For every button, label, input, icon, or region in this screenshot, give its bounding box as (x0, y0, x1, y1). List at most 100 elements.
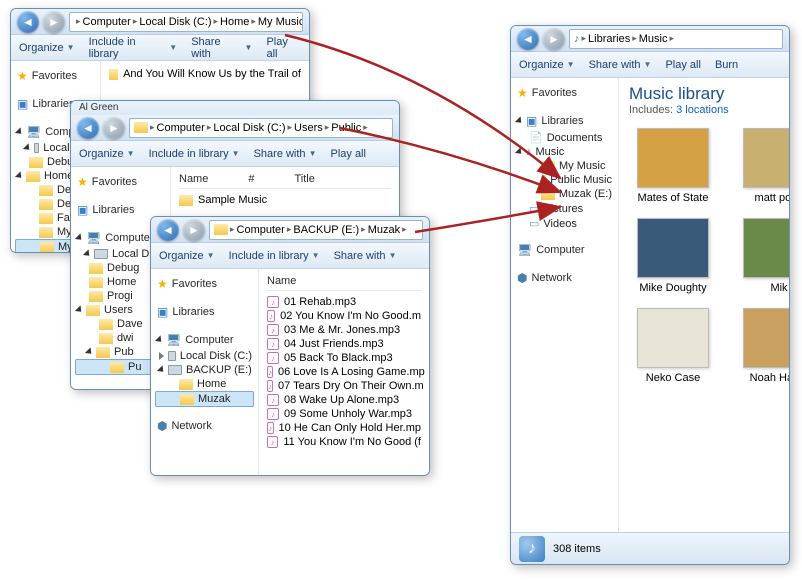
play-all-button[interactable]: Play all (330, 148, 365, 160)
share-with-menu[interactable]: Share with▼ (589, 59, 652, 71)
include-library-menu[interactable]: Include in library▼ (89, 36, 178, 60)
forward-button[interactable]: ► (183, 219, 205, 241)
nav-documents[interactable]: 📄Documents (515, 130, 614, 145)
list-item[interactable]: ♪08 Wake Up Alone.mp3 (267, 393, 421, 407)
organize-menu[interactable]: Organize▼ (159, 250, 215, 262)
crumb[interactable]: Home (220, 16, 249, 28)
crumb[interactable]: Libraries (588, 33, 630, 45)
list-item[interactable]: ♪02 You Know I'm No Good.m (267, 309, 421, 323)
list-item[interactable]: ♪06 Love Is A Losing Game.mp (267, 365, 421, 379)
crumb[interactable]: Computer (157, 122, 205, 134)
videos-icon: ▭ (529, 217, 539, 230)
content-pane[interactable]: Name ♪01 Rehab.mp3♪02 You Know I'm No Go… (259, 269, 429, 475)
list-item[interactable]: ♪04 Just Friends.mp3 (267, 337, 421, 351)
mp3-icon: ♪ (267, 436, 278, 448)
list-item[interactable]: ♪05 Back To Black.mp3 (267, 351, 421, 365)
nav-pane[interactable]: ★Favorites ▣Libraries 🖥Computer Local Di… (151, 269, 259, 475)
album-thumb[interactable]: Neko Case (629, 308, 717, 384)
nav-videos[interactable]: ▭Videos (515, 216, 614, 231)
play-all-button[interactable]: Play all (665, 59, 700, 71)
include-library-menu[interactable]: Include in library▼ (229, 250, 320, 262)
list-item[interactable]: ♪11 You Know I'm No Good (f (267, 435, 421, 449)
album-thumb[interactable]: Mik (735, 218, 789, 294)
mp3-icon: ♪ (267, 324, 279, 336)
nav-pane[interactable]: ★Favorites ▣Libraries 📄Documents ♪Music … (511, 78, 619, 532)
share-with-menu[interactable]: Share with▼ (334, 250, 397, 262)
crumb[interactable]: Users (294, 122, 323, 134)
album-art (637, 218, 709, 278)
address-bar[interactable]: ▸Computer ▸Local Disk (C:) ▸Users ▸Publi… (129, 118, 393, 138)
share-with-menu[interactable]: Share with▼ (191, 36, 252, 60)
titlebar: ◄ ► ♪ ▸Libraries ▸Music ▸ (511, 26, 789, 52)
crumb[interactable]: Computer (83, 16, 131, 28)
favorites-group[interactable]: ★Favorites (155, 275, 254, 293)
organize-menu[interactable]: Organize▼ (79, 148, 135, 160)
library-window[interactable]: ◄ ► ♪ ▸Libraries ▸Music ▸ Organize▼ Shar… (510, 25, 790, 565)
library-content[interactable]: Music library Includes: 3 locations Mate… (619, 78, 789, 532)
explorer-window-3[interactable]: ◄ ► ▸Computer ▸BACKUP (E:) ▸Muzak ▸ Orga… (150, 216, 430, 476)
crumb[interactable]: Local Disk (C:) (213, 122, 285, 134)
nav-muzak[interactable]: Muzak (E:) (515, 187, 614, 201)
column-headers[interactable]: Name # Title (179, 173, 391, 189)
network-icon: ⬢ (517, 271, 527, 285)
tree-item-selected[interactable]: Muzak (155, 391, 254, 407)
column-header-name[interactable]: Name (267, 275, 421, 291)
forward-button[interactable]: ► (103, 117, 125, 139)
list-item[interactable]: ♪07 Tears Dry On Their Own.m (267, 379, 421, 393)
favorites-group[interactable]: ★Favorites (75, 173, 166, 191)
tree-item[interactable]: Local Disk (C:) (155, 349, 254, 363)
forward-button[interactable]: ► (543, 28, 565, 50)
list-item[interactable]: ♪03 Me & Mr. Jones.mp3 (267, 323, 421, 337)
album-thumb[interactable]: Noah Harris (735, 308, 789, 384)
locations-link[interactable]: 3 locations (676, 104, 729, 116)
crumb[interactable]: BACKUP (E:) (293, 224, 359, 236)
back-button[interactable]: ◄ (517, 28, 539, 50)
folder-icon (89, 263, 103, 274)
back-button[interactable]: ◄ (157, 219, 179, 241)
computer-group[interactable]: 🖥Computer (515, 241, 614, 259)
computer-icon: 🖥 (86, 231, 101, 245)
address-bar[interactable]: ▸Computer ▸BACKUP (E:) ▸Muzak ▸ (209, 220, 423, 240)
share-with-menu[interactable]: Share with▼ (254, 148, 317, 160)
crumb[interactable]: Computer (237, 224, 285, 236)
tree-item[interactable]: Home (155, 377, 254, 391)
album-thumb[interactable]: matt pond (735, 128, 789, 204)
crumb[interactable]: Music (639, 33, 668, 45)
tree-item[interactable]: BACKUP (E:) (155, 363, 254, 377)
libraries-group[interactable]: ▣Libraries (155, 303, 254, 321)
favorites-group[interactable]: ★Favorites (515, 84, 614, 102)
organize-menu[interactable]: Organize▼ (19, 42, 75, 54)
address-bar[interactable]: ♪ ▸Libraries ▸Music ▸ (569, 29, 783, 49)
list-item[interactable]: ♪10 He Can Only Hold Her.mp (267, 421, 421, 435)
list-item[interactable]: ♪09 Some Unholy War.mp3 (267, 407, 421, 421)
list-item[interactable]: Sample Music (179, 193, 391, 207)
nav-music[interactable]: ♪Music (515, 145, 614, 159)
libraries-group[interactable]: ▣Libraries (515, 112, 614, 130)
organize-menu[interactable]: Organize▼ (519, 59, 575, 71)
back-button[interactable]: ◄ (77, 117, 99, 139)
favorites-group[interactable]: ★Favorites (15, 67, 96, 85)
album-thumb[interactable]: Mike Doughty (629, 218, 717, 294)
crumb[interactable]: Local Disk (C:) (139, 16, 211, 28)
network-group[interactable]: ⬢Network (515, 269, 614, 287)
play-all-button[interactable]: Play all (266, 36, 301, 60)
computer-group[interactable]: 🖥Computer (155, 331, 254, 349)
nav-pictures[interactable]: ▭Pictures (515, 201, 614, 216)
toolbar: Organize▼ Include in library▼ Share with… (11, 35, 309, 61)
back-button[interactable]: ◄ (17, 11, 39, 33)
nav-my-music[interactable]: My Music (515, 159, 614, 173)
include-library-menu[interactable]: Include in library▼ (149, 148, 240, 160)
nav-public-music[interactable]: Public Music (515, 173, 614, 187)
crumb[interactable]: My Music (258, 16, 303, 28)
album-thumb[interactable]: Mates of State (629, 128, 717, 204)
burn-button[interactable]: Burn (715, 59, 738, 71)
crumb[interactable]: Muzak (368, 224, 400, 236)
titlebar: ◄ ► ▸Computer ▸Local Disk (C:) ▸Users ▸P… (71, 115, 399, 141)
list-item[interactable]: And You Will Know Us by the Trail of (109, 67, 301, 81)
crumb[interactable]: Public (331, 122, 361, 134)
forward-button[interactable]: ► (43, 11, 65, 33)
list-item[interactable]: ♪01 Rehab.mp3 (267, 295, 421, 309)
address-bar[interactable]: ▸Computer ▸Local Disk (C:) ▸Home ▸My Mus… (69, 12, 303, 32)
network-group[interactable]: ⬢Network (155, 417, 254, 435)
folder-icon (214, 224, 228, 235)
